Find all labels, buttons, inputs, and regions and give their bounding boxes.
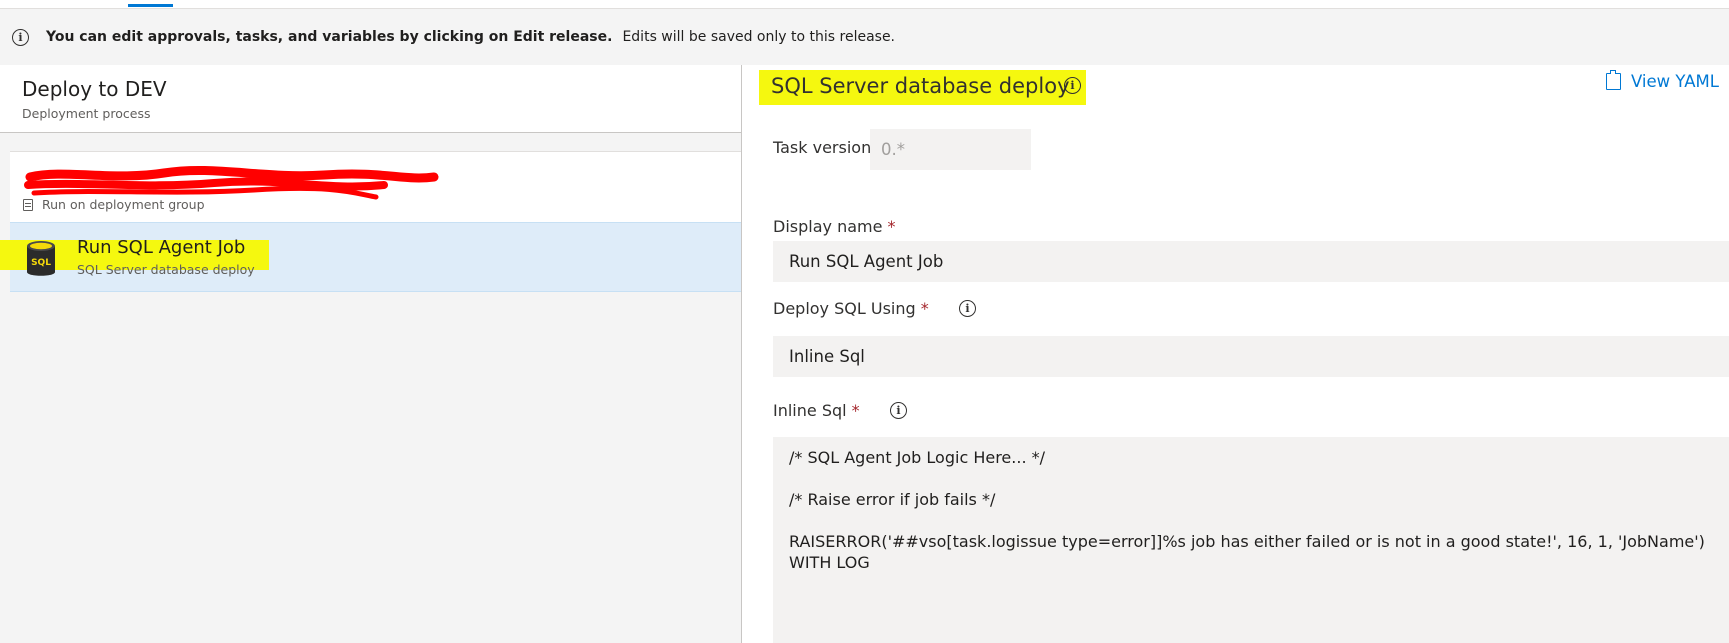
deploy-sql-using-info-icon[interactable]: i	[959, 300, 976, 317]
deploy-sql-using-label: Deploy SQL Using *	[773, 299, 929, 318]
phase-subtitle-text: Run on deployment group	[42, 197, 205, 212]
deploy-sql-using-label-text: Deploy SQL Using	[773, 299, 916, 318]
stage-subtitle: Deployment process	[22, 106, 151, 121]
title-info-icon[interactable]: i	[1064, 77, 1081, 94]
task-subtitle: SQL Server database deploy	[77, 262, 255, 277]
info-bar-text: Edits will be saved only to this release…	[622, 29, 896, 45]
task-details-panel: SQL Server database deploy i View YAML T…	[742, 65, 1729, 643]
sql-line: /* SQL Agent Job Logic Here... */	[789, 448, 1046, 467]
display-name-input[interactable]: Run SQL Agent Job	[773, 241, 1729, 282]
info-bar: i You can edit approvals, tasks, and var…	[0, 9, 1729, 65]
required-marker: *	[920, 299, 929, 318]
stage-title: Deploy to DEV	[22, 77, 167, 101]
view-yaml-link[interactable]: View YAML	[1606, 70, 1719, 91]
active-tab-indicator	[128, 4, 173, 7]
task-name: Run SQL Agent Job	[77, 237, 246, 258]
sql-database-icon: SQL	[27, 241, 55, 276]
info-icon: i	[12, 28, 29, 46]
display-name-label-text: Display name	[773, 217, 883, 236]
phase-subtitle: Run on deployment group	[23, 197, 205, 212]
deploy-sql-using-select[interactable]: Inline Sql	[773, 336, 1729, 377]
sql-icon-label: SQL	[31, 258, 51, 268]
pipeline-panel: Deploy to DEV Deployment process Run on …	[0, 65, 742, 643]
task-version-label: Task version	[773, 138, 872, 157]
required-marker: *	[887, 217, 896, 236]
inline-sql-textarea[interactable]: /* SQL Agent Job Logic Here... */ /* Rai…	[773, 437, 1729, 643]
sql-line: RAISERROR('##vso[task.logissue type=erro…	[789, 532, 1705, 572]
sql-line: /* Raise error if job fails */	[789, 490, 996, 509]
deployment-group-icon	[23, 198, 33, 211]
task-type-title: SQL Server database deploy	[771, 74, 1070, 98]
clipboard-icon	[1606, 70, 1621, 90]
inline-sql-label-text: Inline Sql	[773, 401, 847, 420]
inline-sql-label: Inline Sql *	[773, 401, 860, 420]
redaction-scribble	[24, 165, 439, 200]
info-bar-bold-text: You can edit approvals, tasks, and varia…	[46, 29, 613, 45]
stage-header[interactable]: Deploy to DEV Deployment process	[0, 65, 741, 133]
deployment-phase: Run on deployment group SQL Run SQL Agen…	[0, 151, 741, 292]
inline-sql-info-icon[interactable]: i	[890, 402, 907, 419]
task-version-select[interactable]: 0.*	[870, 129, 1031, 170]
view-yaml-label: View YAML	[1631, 72, 1719, 91]
display-name-label: Display name *	[773, 217, 896, 236]
phase-row[interactable]: Run on deployment group	[10, 152, 741, 222]
task-item-run-sql-agent-job[interactable]: SQL Run SQL Agent Job SQL Server databas…	[0, 222, 741, 292]
required-marker: *	[851, 401, 860, 420]
top-tab-strip	[0, 0, 1729, 9]
